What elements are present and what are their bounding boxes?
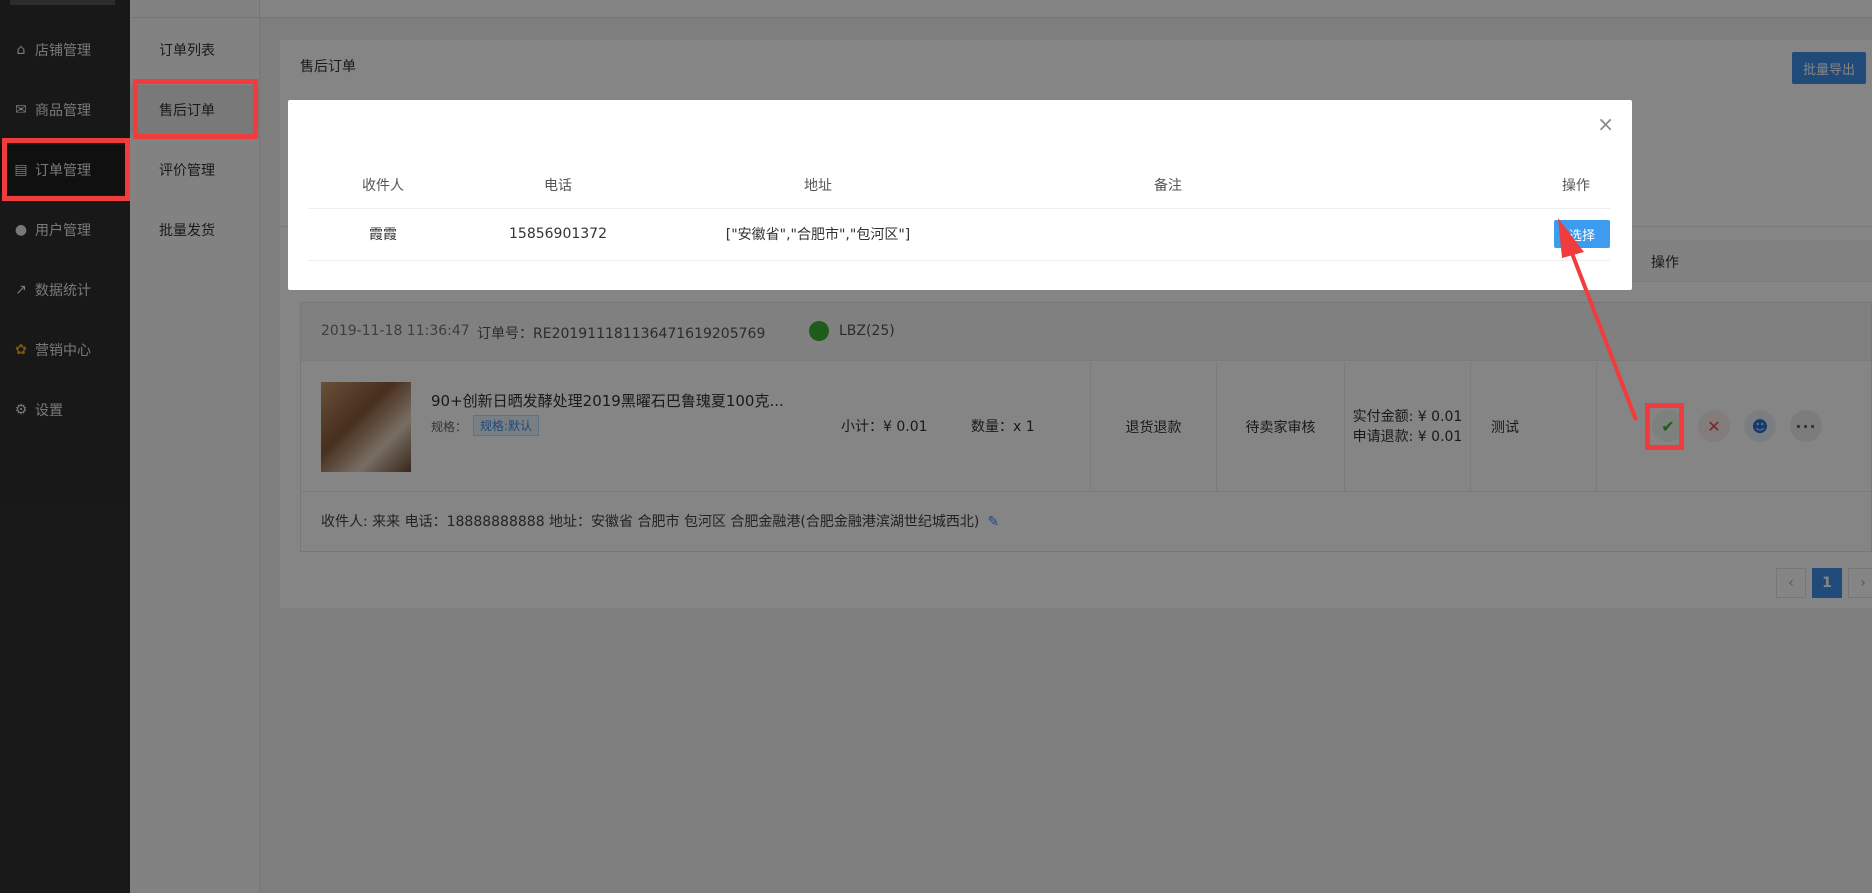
table-row: 霞霞 15856901372 ["安徽省","合肥市","包河区"] 选择 bbox=[308, 208, 1610, 261]
cell-op: 选择 bbox=[1358, 208, 1610, 261]
address-select-modal: × 收件人 电话 地址 备注 操作 霞霞 15856901372 ["安徽省",… bbox=[288, 100, 1632, 290]
close-icon[interactable]: × bbox=[1597, 112, 1614, 136]
cell-address: ["安徽省","合肥市","包河区"] bbox=[658, 208, 978, 261]
col-note: 备注 bbox=[978, 162, 1358, 209]
cell-receiver: 霞霞 bbox=[308, 208, 458, 261]
address-table: 收件人 电话 地址 备注 操作 霞霞 15856901372 ["安徽省","合… bbox=[308, 162, 1610, 261]
col-address: 地址 bbox=[658, 162, 978, 209]
cell-note bbox=[978, 208, 1358, 261]
cell-phone: 15856901372 bbox=[458, 208, 658, 261]
col-op: 操作 bbox=[1358, 162, 1610, 209]
select-button[interactable]: 选择 bbox=[1554, 220, 1610, 248]
col-receiver: 收件人 bbox=[308, 162, 458, 209]
col-phone: 电话 bbox=[458, 162, 658, 209]
